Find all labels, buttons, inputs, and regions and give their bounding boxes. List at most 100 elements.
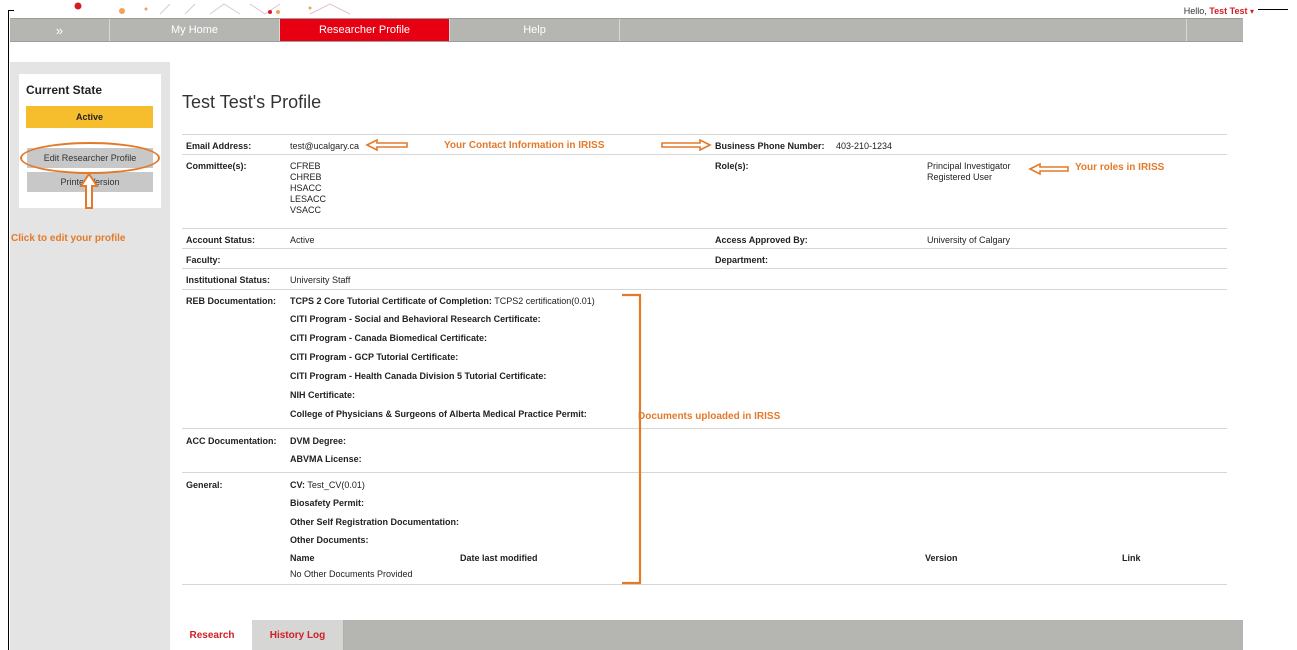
table-row: Faculty: Department: <box>182 248 1227 268</box>
highlight-ellipse <box>20 142 160 174</box>
state-badge: Active <box>26 106 153 128</box>
arrow-left-icon <box>1028 163 1069 175</box>
roles-annotation: Your roles in IRISS <box>1075 162 1165 173</box>
document-name: DVM Degree: <box>290 436 347 446</box>
document-name: NIH Certificate: <box>290 390 356 400</box>
table-row: Email Address: test@ucalgary.ca Your Con… <box>182 134 1227 154</box>
roles-label: Role(s): <box>715 161 749 171</box>
page-title: Test Test's Profile <box>182 92 322 112</box>
document-name: Biosafety Permit: <box>290 498 365 508</box>
table-row: Account Status: Active Access Approved B… <box>182 228 1227 248</box>
column-header-version: Version <box>925 553 958 563</box>
document-name: CITI Program - Social and Behavioral Res… <box>290 314 541 324</box>
document-item: CITI Program - Health Canada Division 5 … <box>290 371 546 381</box>
tab-research[interactable]: Research <box>172 620 252 650</box>
user-name[interactable]: Test Test <box>1209 6 1247 16</box>
email-value: test@ucalgary.ca <box>290 141 359 151</box>
nav-spacer <box>620 19 1187 41</box>
table-row: ACC Documentation: DVM Degree: ABVMA Lic… <box>182 428 1227 472</box>
main-content: Test Test's Profile Email Address: test@… <box>172 62 1243 650</box>
document-item: Other Documents: <box>290 535 369 545</box>
document-name: CITI Program - Canada Biomedical Certifi… <box>290 333 488 343</box>
nav-item-help[interactable]: Help <box>450 19 620 41</box>
phone-label: Business Phone Number: <box>715 141 825 151</box>
site-logo-banner <box>10 0 390 18</box>
faculty-label: Faculty: <box>186 255 221 265</box>
page-frame-top <box>1258 9 1288 10</box>
document-link[interactable]: TCPS2 certification(0.01) <box>494 296 595 306</box>
document-name: CV: <box>290 480 306 490</box>
committees-label: Committee(s): <box>186 161 247 171</box>
document-item: CITI Program - Social and Behavioral Res… <box>290 314 541 324</box>
document-name: TCPS 2 Core Tutorial Certificate of Comp… <box>290 296 492 306</box>
click-to-edit-annotation: Click to edit your profile <box>11 233 126 244</box>
document-name: CITI Program - GCP Tutorial Certificate: <box>290 352 459 362</box>
documents-annotation: Documents uploaded in IRISS <box>638 411 781 422</box>
nav-spacer-end <box>1187 19 1243 41</box>
document-item: DVM Degree: <box>290 436 346 446</box>
current-state-panel: Current State Active Edit Researcher Pro… <box>19 74 161 209</box>
committee-item: LESACC <box>290 194 327 204</box>
department-label: Department: <box>715 255 769 265</box>
tab-history-log[interactable]: History Log <box>252 620 344 650</box>
logo-banner-graphic <box>74 2 351 15</box>
access-approved-label: Access Approved By: <box>715 235 808 245</box>
access-approved-value: University of Calgary <box>927 235 1011 245</box>
account-status-label: Account Status: <box>186 235 256 245</box>
documents-bracket <box>622 293 642 585</box>
chevron-down-icon[interactable]: ▾ <box>1250 7 1254 16</box>
account-status-value: Active <box>290 235 315 245</box>
contact-info-annotation: Your Contact Information in IRISS <box>444 140 605 151</box>
table-row: Committee(s): CFREB CHREB HSACC LESACC V… <box>182 154 1227 228</box>
document-item: TCPS 2 Core Tutorial Certificate of Comp… <box>290 296 595 306</box>
profile-table: Email Address: test@ucalgary.ca Your Con… <box>182 134 1227 585</box>
bottom-tab-bar: Research History Log <box>172 620 1243 650</box>
committee-item: HSACC <box>290 183 322 193</box>
column-header-date: Date last modified <box>460 553 538 563</box>
arrow-up-icon <box>79 172 99 209</box>
arrow-right-icon <box>661 139 712 151</box>
expand-menu-button[interactable]: » <box>10 19 110 41</box>
document-name: ABVMA License: <box>290 454 362 464</box>
left-sidebar: Current State Active Edit Researcher Pro… <box>10 62 170 650</box>
document-item: ABVMA License: <box>290 454 362 464</box>
column-header-link: Link <box>1122 553 1141 563</box>
document-item: College of Physicians & Surgeons of Albe… <box>290 409 587 419</box>
reb-documentation-label: REB Documentation: <box>186 296 276 306</box>
role-item: Registered User <box>927 172 993 182</box>
nav-item-my-home[interactable]: My Home <box>110 19 280 41</box>
document-item: CITI Program - Canada Biomedical Certifi… <box>290 333 487 343</box>
committee-item: VSACC <box>290 205 322 215</box>
document-item: CV: Test_CV(0.01) <box>290 480 365 490</box>
institutional-status-label: Institutional Status: <box>186 275 270 285</box>
empty-documents-message: No Other Documents Provided <box>290 569 413 579</box>
document-name: CITI Program - Health Canada Division 5 … <box>290 371 547 381</box>
email-label: Email Address: <box>186 141 252 151</box>
nav-item-researcher-profile[interactable]: Researcher Profile <box>280 19 450 41</box>
greeting-text: Hello, <box>1183 6 1207 16</box>
document-item: Other Self Registration Documentation: <box>290 517 459 527</box>
document-name: Other Documents: <box>290 535 369 545</box>
document-item: Biosafety Permit: <box>290 498 364 508</box>
user-greeting[interactable]: Hello, Test Test ▾ <box>1184 6 1254 16</box>
document-name: Other Self Registration Documentation: <box>290 517 460 527</box>
institutional-status-value: University Staff <box>290 275 351 285</box>
table-row: Institutional Status: University Staff <box>182 268 1227 289</box>
role-item: Principal Investigator <box>927 161 1011 171</box>
arrow-left-icon <box>365 139 408 151</box>
committee-item: CHREB <box>290 172 322 182</box>
committee-item: CFREB <box>290 161 321 171</box>
main-navbar: » My Home Researcher Profile Help <box>10 18 1243 42</box>
acc-documentation-label: ACC Documentation: <box>186 436 277 446</box>
document-item: NIH Certificate: <box>290 390 355 400</box>
table-row: General: CV: Test_CV(0.01) Biosafety Per… <box>182 472 1227 585</box>
page-frame-left <box>8 10 9 650</box>
current-state-title: Current State <box>26 83 103 97</box>
general-label: General: <box>186 480 223 490</box>
document-link[interactable]: Test_CV(0.01) <box>307 480 365 490</box>
phone-value: 403-210-1234 <box>836 141 893 151</box>
document-item: CITI Program - GCP Tutorial Certificate: <box>290 352 458 362</box>
table-row: REB Documentation: TCPS 2 Core Tutorial … <box>182 289 1227 428</box>
column-header-name: Name <box>290 553 315 563</box>
document-name: College of Physicians & Surgeons of Albe… <box>290 409 587 419</box>
